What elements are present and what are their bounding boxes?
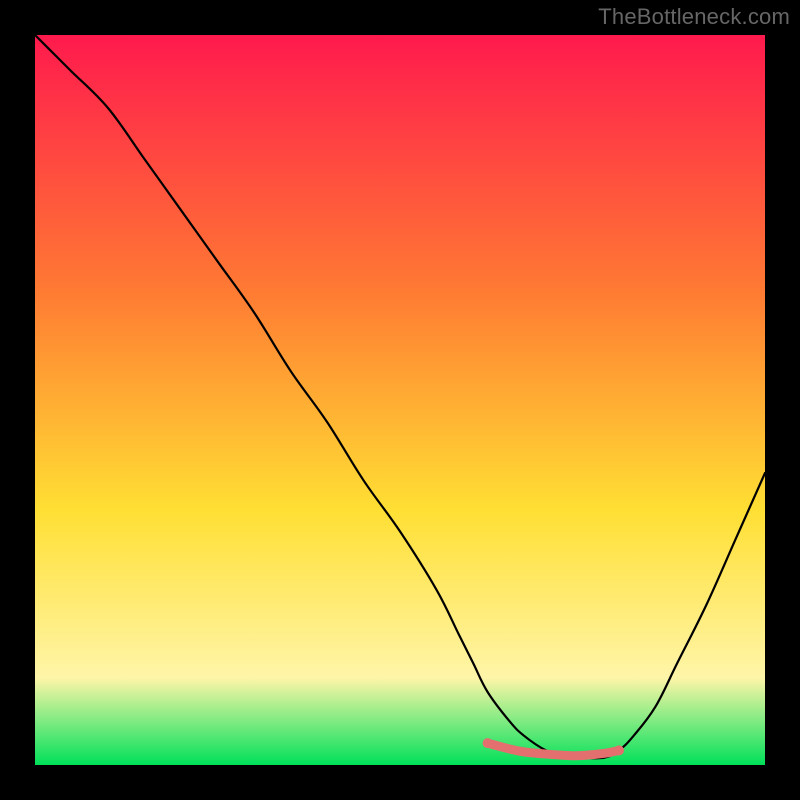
gradient-background (35, 35, 765, 765)
highlight-end-dot (614, 745, 624, 755)
plot-area (35, 35, 765, 765)
bottleneck-curve-chart (35, 35, 765, 765)
watermark-text: TheBottleneck.com (598, 4, 790, 30)
highlight-start-dot (483, 738, 493, 748)
chart-frame: TheBottleneck.com (0, 0, 800, 800)
